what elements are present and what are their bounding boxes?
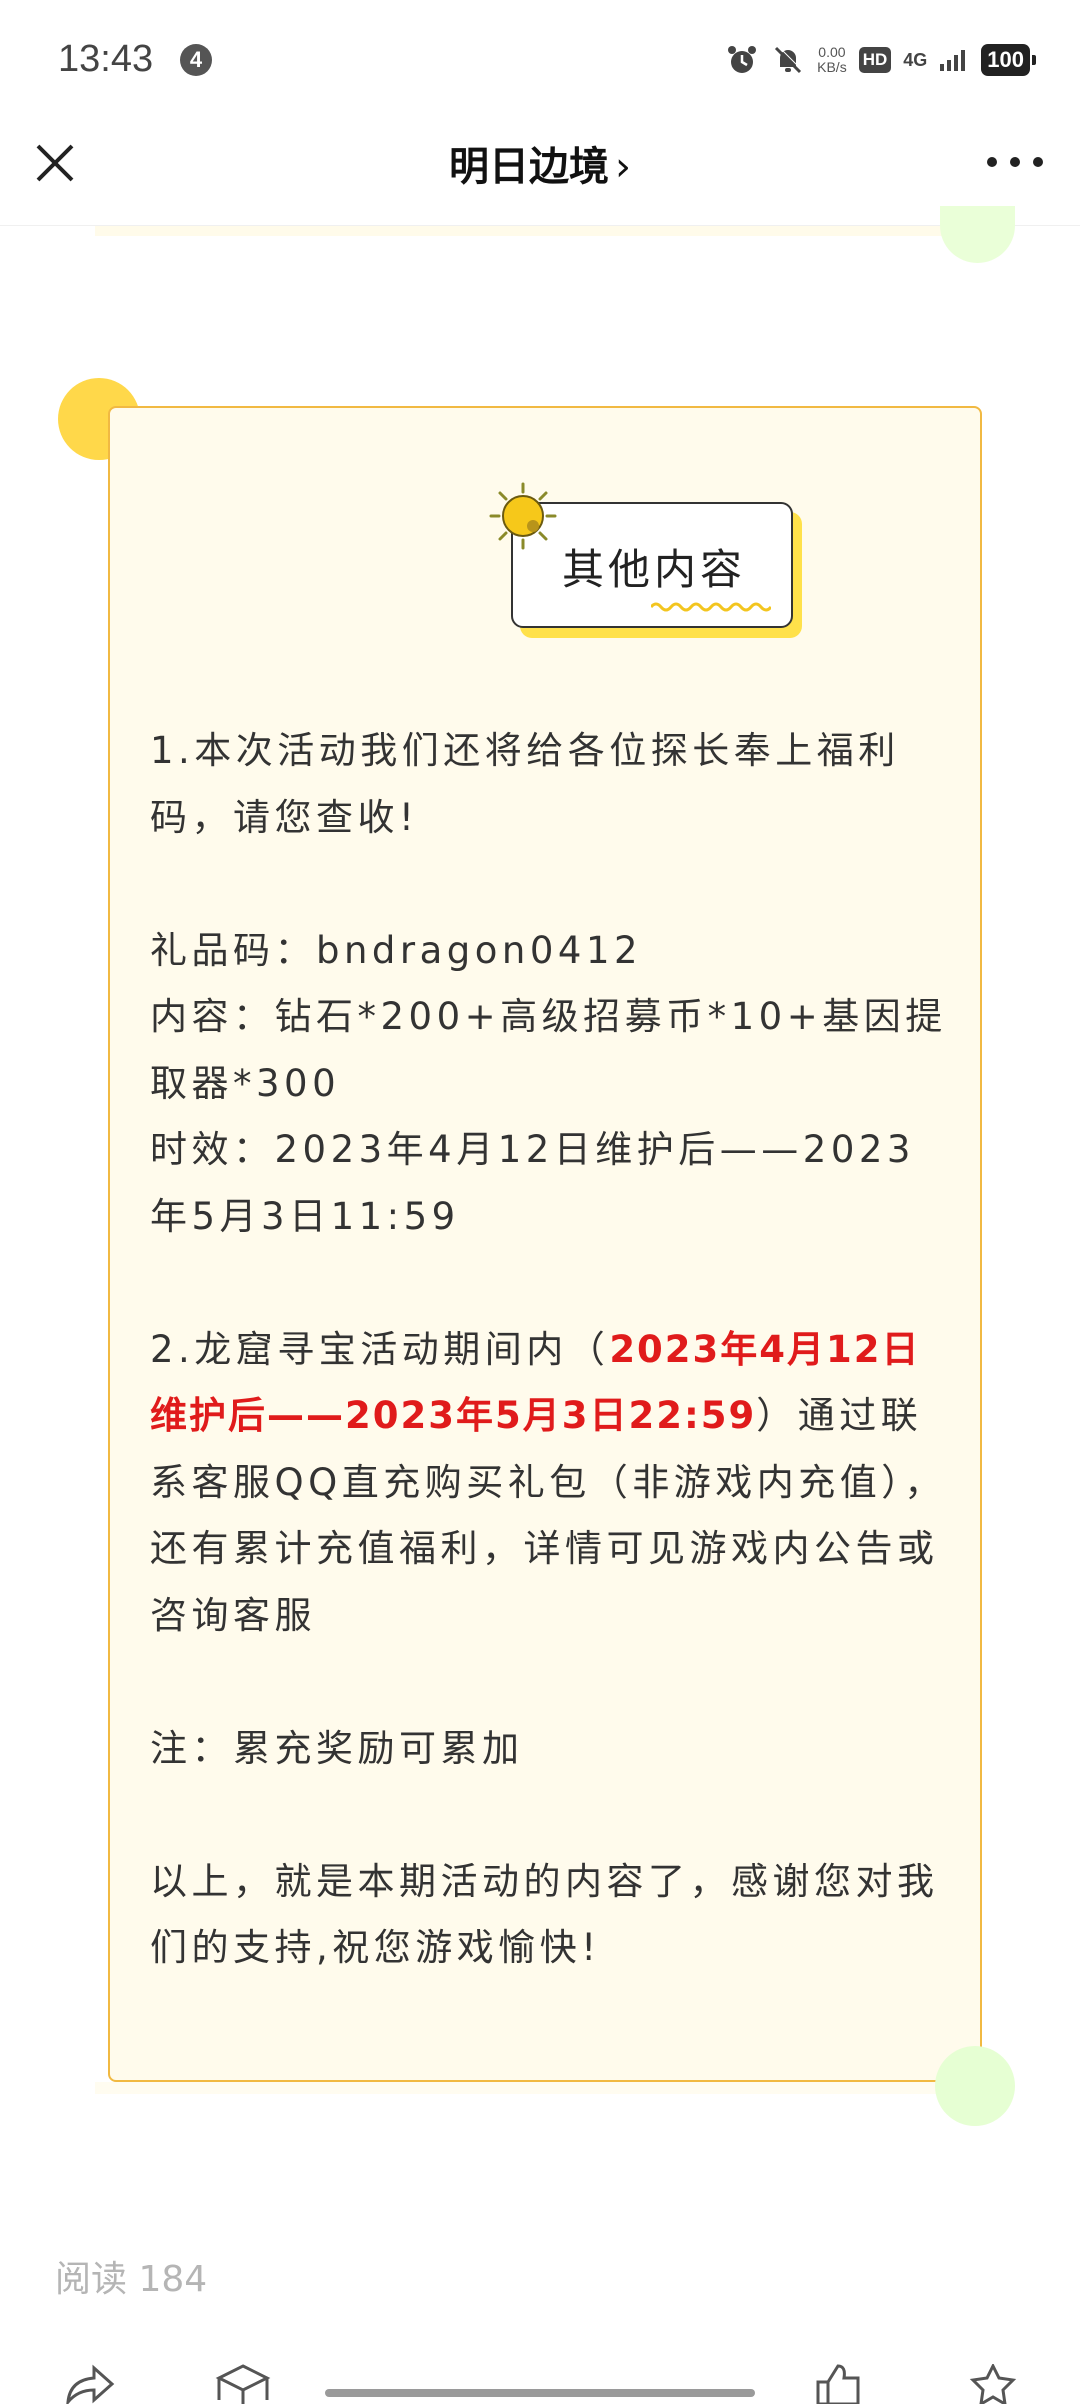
recommend-icon[interactable]: [965, 2364, 1021, 2404]
paragraph-benefit-code-intro: 1.本次活动我们还将给各位探长奉上福利码，请您查收!: [150, 729, 900, 839]
net-speed-value: 0.00: [818, 44, 846, 60]
section-heading: 其他内容: [405, 478, 802, 638]
event-prefix: 2.龙窟寻宝活动期间内（: [150, 1327, 610, 1371]
decor-green-circle-bottom: [935, 2046, 1015, 2126]
previous-card-edge: [95, 226, 965, 236]
like-icon[interactable]: [810, 2364, 866, 2404]
nav-bar: 明日边境 ›: [0, 110, 1080, 226]
content-card: 其他内容 1.本次活动我们还将给各位探长奉上福利码，请您查收! 礼品码：bndr…: [108, 406, 982, 2082]
home-indicator[interactable]: [325, 2389, 755, 2397]
read-count: 阅读 184: [55, 2259, 208, 2300]
page-title[interactable]: 明日边境 ›: [0, 134, 1080, 192]
note-line: 注：累充奖励可累加: [150, 1726, 524, 1770]
net-speed: 0.00 KB/s: [817, 45, 847, 75]
status-icons: 0.00 KB/s HD 4G 100: [725, 40, 1036, 80]
more-dots-icon[interactable]: [980, 140, 1050, 184]
card-bottom-edge: [95, 2082, 965, 2094]
page-title-text: 明日边境: [449, 144, 609, 190]
card-body: 1.本次活动我们还将给各位探长奉上福利码，请您查收! 礼品码：bndragon0…: [150, 718, 950, 1982]
share-icon[interactable]: [60, 2364, 116, 2404]
network-type: 4G: [903, 49, 928, 70]
alarm-icon: [728, 46, 757, 73]
paragraph-dragon-event: 2.龙窟寻宝活动期间内（2023年4月12日维护后——2023年5月3日22:5…: [150, 1317, 950, 1650]
notification-badge: 4: [180, 44, 212, 76]
decor-green-circle-top: [940, 206, 1015, 263]
net-speed-unit: KB/s: [817, 59, 847, 75]
signal-icon: [940, 50, 966, 71]
article-content: 其他内容 1.本次活动我们还将给各位探长奉上福利码，请您查收! 礼品码：bndr…: [0, 206, 1080, 2400]
status-bar: 13:43 4 0.00 KB/s HD 4G 100: [0, 0, 1080, 110]
favorite-box-icon[interactable]: [215, 2364, 271, 2404]
closing-paragraph: 以上，就是本期活动的内容了，感谢您对我们的支持,祝您游戏愉快!: [150, 1859, 939, 1970]
status-time: 13:43: [58, 38, 154, 80]
hd-badge: HD: [858, 47, 892, 73]
gift-validity-line: 时效：2023年4月12日维护后——2023年5月3日11:59: [150, 1128, 915, 1238]
battery-indicator: 100: [981, 44, 1036, 76]
gift-code-line: 礼品码：bndragon0412: [150, 928, 643, 972]
mute-bell-icon: [775, 45, 803, 74]
gift-content-line: 内容：钻石*200+高级招募币*10+基因提取器*300: [150, 995, 947, 1105]
sun-icon: [489, 482, 557, 550]
chevron-right-icon: ›: [615, 144, 631, 190]
wave-decoration-icon: [651, 602, 771, 612]
